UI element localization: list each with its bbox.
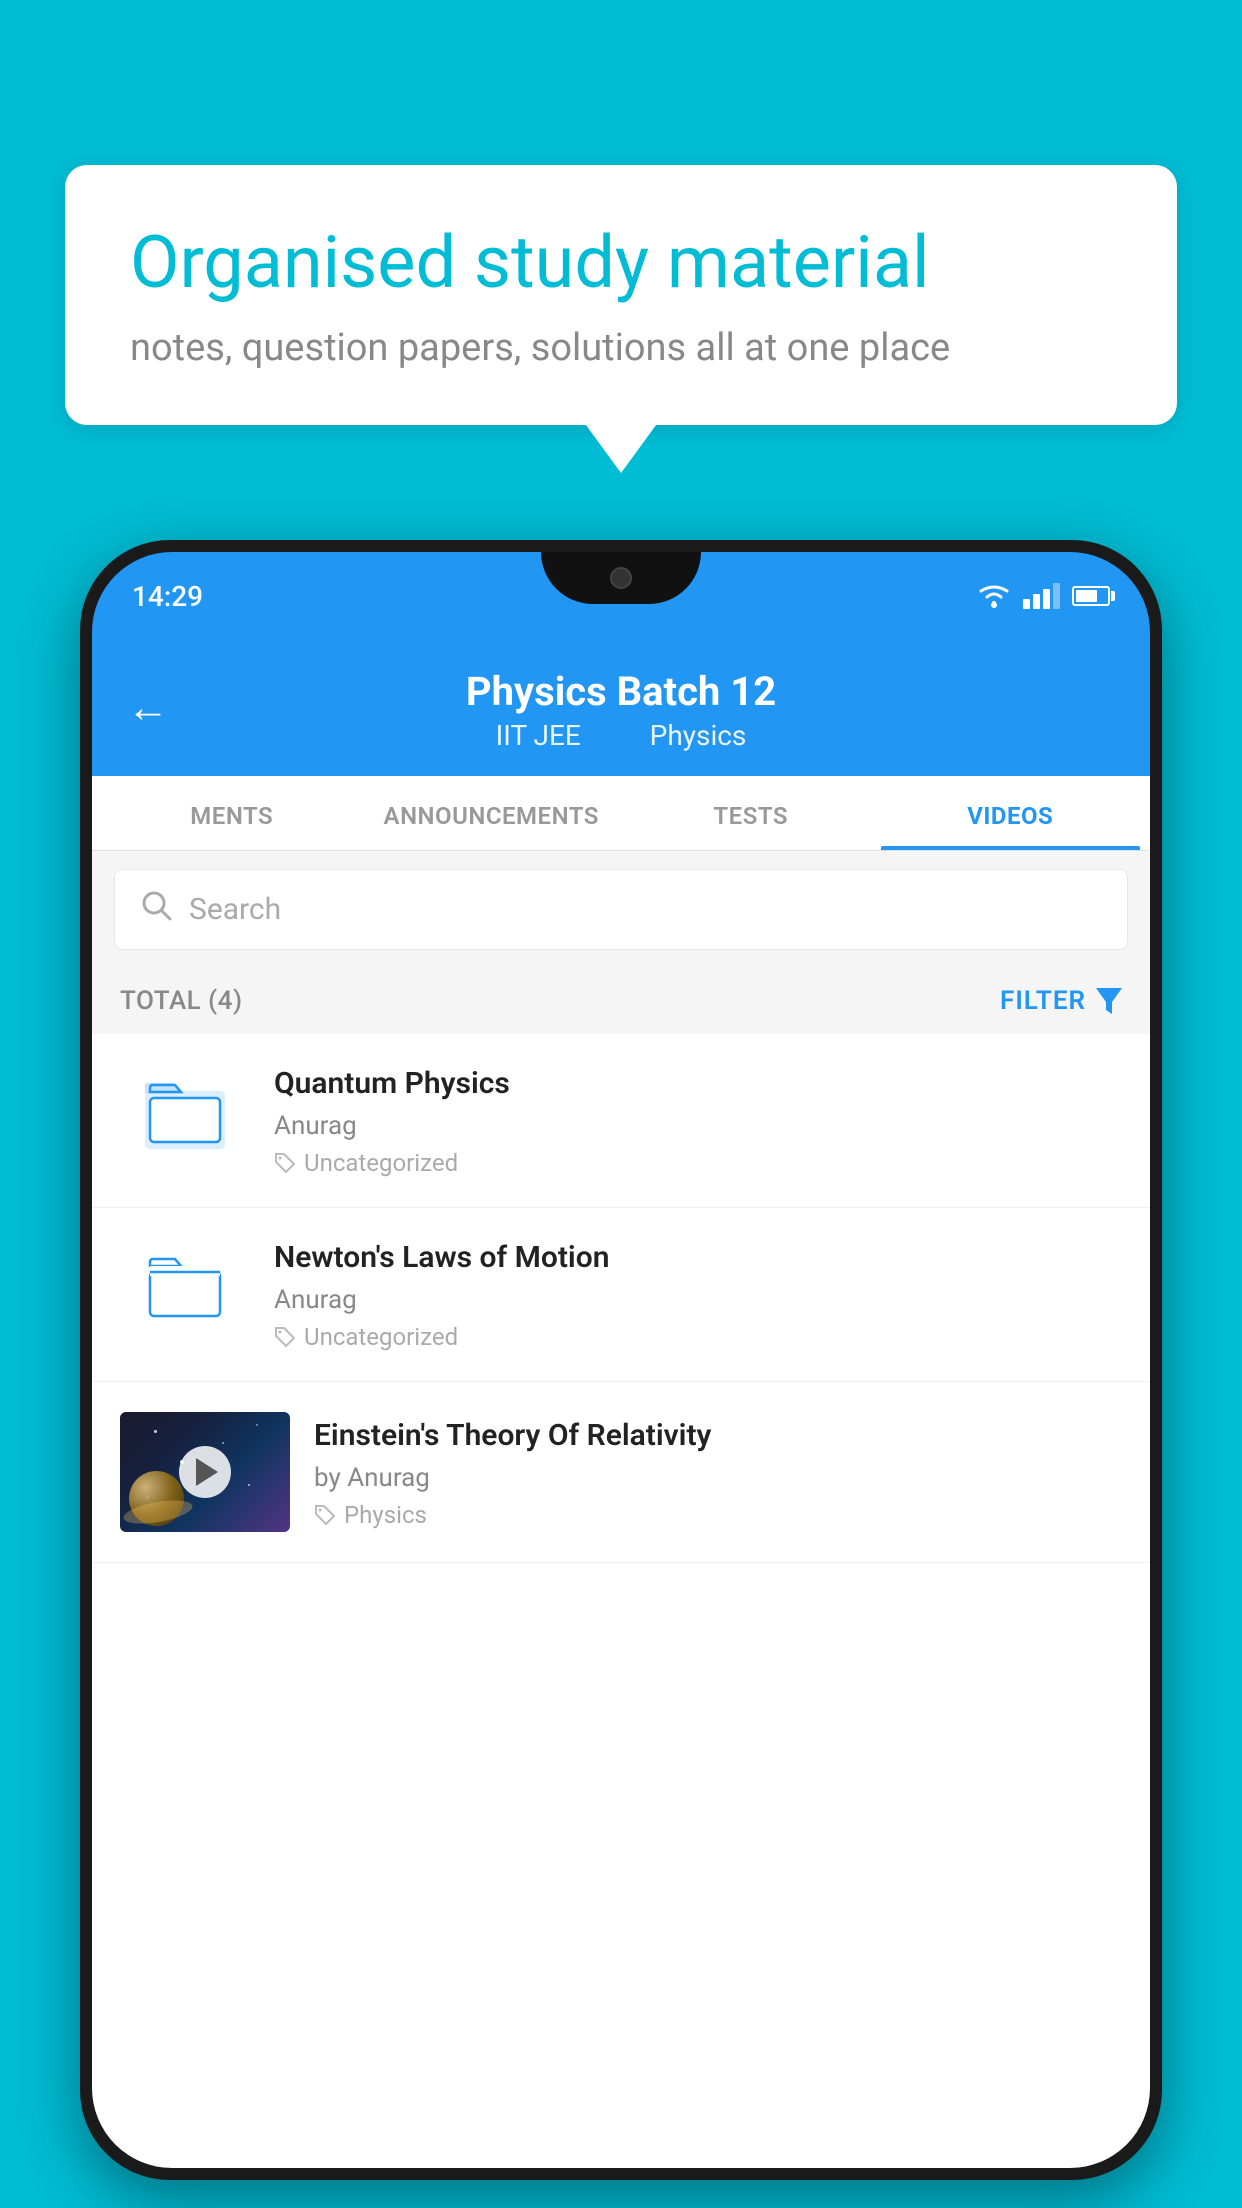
tab-videos[interactable]: VIDEOS [881,776,1141,850]
speech-bubble-section: Organised study material notes, question… [65,165,1177,425]
bubble-subtitle: notes, question papers, solutions all at… [130,326,1112,370]
tag-label-2: Uncategorized [304,1323,458,1351]
phone-inner: 14:29 [92,552,1150,2168]
video-tag-3: Physics [314,1501,1122,1529]
play-button[interactable] [179,1446,231,1498]
tabs-bar: MENTS ANNOUNCEMENTS TESTS VIDEOS [92,776,1150,851]
folder-thumbnail-2 [120,1238,250,1338]
back-button[interactable]: ← [127,684,169,733]
video-author-1: Anurag [274,1111,1122,1141]
tab-tests[interactable]: TESTS [621,776,881,850]
video-list: Quantum Physics Anurag Uncategorized [92,1034,1150,1563]
speech-bubble-card: Organised study material notes, question… [65,165,1177,425]
filter-button[interactable]: FILTER [1000,986,1122,1016]
status-time: 14:29 [132,580,203,613]
camera [610,567,632,589]
app-header: ← Physics Batch 12 IIT JEE Physics [92,640,1150,776]
video-author-3: by Anurag [314,1463,1122,1493]
video-info-1: Quantum Physics Anurag Uncategorized [274,1064,1122,1177]
video-info-3: Einstein's Theory Of Relativity by Anura… [314,1416,1122,1529]
list-item[interactable]: Newton's Laws of Motion Anurag Uncategor… [92,1208,1150,1382]
list-item[interactable]: Einstein's Theory Of Relativity by Anura… [92,1382,1150,1563]
search-wrapper: Search [92,851,1150,968]
phone-frame: 14:29 [80,540,1162,2180]
list-item[interactable]: Quantum Physics Anurag Uncategorized [92,1034,1150,1208]
status-icons [977,583,1110,609]
screen-content: ← Physics Batch 12 IIT JEE Physics MENTS… [92,640,1150,2168]
header-subtitle-separator [612,719,626,752]
video-info-2: Newton's Laws of Motion Anurag Uncategor… [274,1238,1122,1351]
video-title-1: Quantum Physics [274,1064,1122,1103]
header-subtitle-physics: Physics [650,719,747,752]
tab-announcements[interactable]: ANNOUNCEMENTS [362,776,622,850]
folder-icon-2 [145,1252,225,1324]
tag-icon-3 [314,1504,336,1526]
header-title: Physics Batch 12 [466,668,776,715]
tag-label-3: Physics [344,1501,427,1529]
video-tag-1: Uncategorized [274,1149,1122,1177]
tag-label-1: Uncategorized [304,1149,458,1177]
tag-icon-1 [274,1152,296,1174]
video-title-3: Einstein's Theory Of Relativity [314,1416,1122,1455]
video-tag-2: Uncategorized [274,1323,1122,1351]
tab-ments[interactable]: MENTS [102,776,362,850]
video-title-2: Newton's Laws of Motion [274,1238,1122,1277]
tag-icon-2 [274,1326,296,1348]
wifi-icon [977,583,1011,609]
signal-icon [1023,583,1060,609]
header-subtitle-iitjee: IIT JEE [496,719,581,752]
status-bar: 14:29 [92,552,1150,640]
bubble-title: Organised study material [130,220,1112,306]
search-bar[interactable]: Search [114,869,1128,950]
play-triangle-icon [196,1458,218,1486]
battery-icon [1072,586,1110,606]
folder-thumbnail-1 [120,1064,250,1164]
search-icon [139,888,173,931]
search-placeholder: Search [189,892,281,927]
video-author-2: Anurag [274,1285,1122,1315]
filter-label: FILTER [1000,986,1086,1016]
header-subtitle: IIT JEE Physics [484,719,759,752]
einstein-thumbnail [120,1412,290,1532]
filter-bar: TOTAL (4) FILTER [92,968,1150,1034]
filter-icon [1096,988,1122,1014]
total-count: TOTAL (4) [120,986,243,1016]
notch [541,552,701,604]
folder-icon-1 [145,1078,225,1150]
